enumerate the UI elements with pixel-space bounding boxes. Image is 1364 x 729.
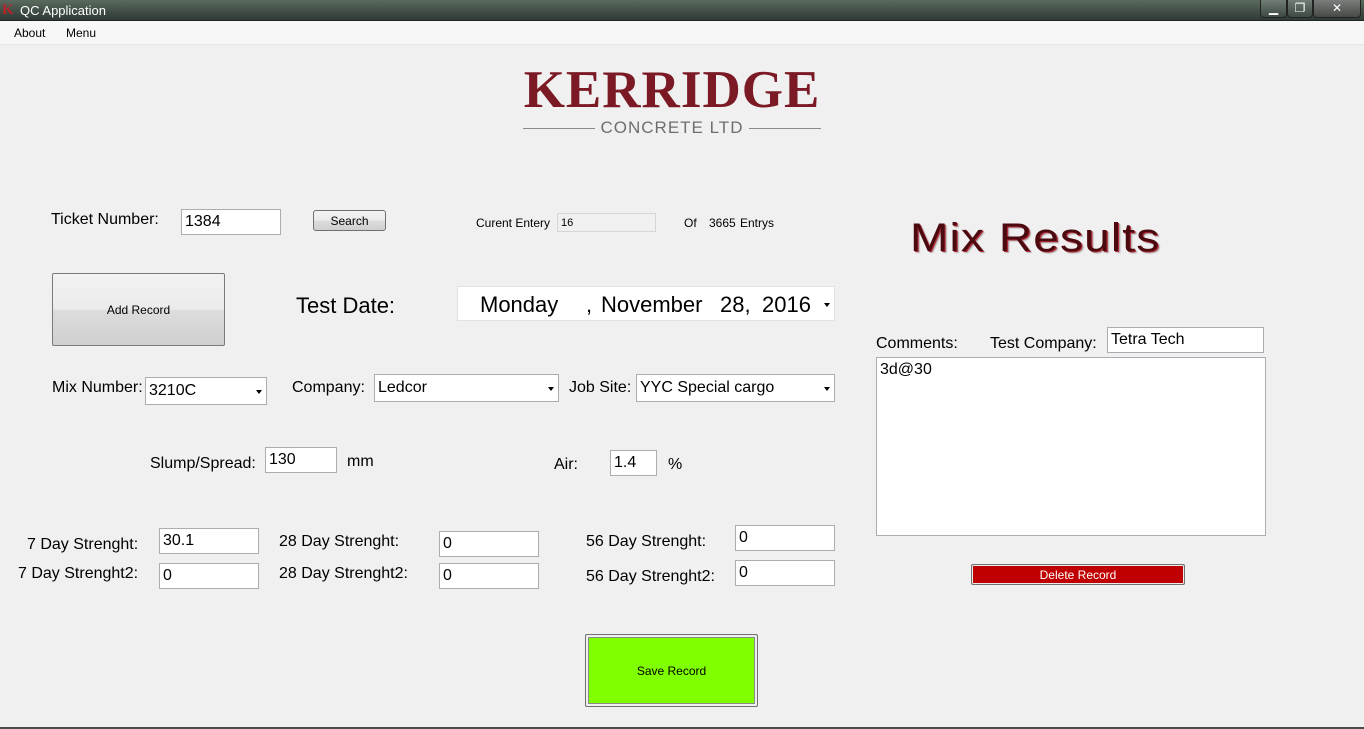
mix-results-heading: Mix Results [910, 216, 1161, 260]
strength-56-label: 56 Day Strenght: [586, 533, 707, 550]
add-record-button[interactable]: Add Record [52, 273, 225, 346]
air-input[interactable]: 1.4 [610, 450, 657, 476]
slump-unit: mm [347, 453, 374, 470]
date-day: 28, [720, 292, 751, 317]
date-year: 2016 [762, 292, 811, 317]
logo-subtitle: CONCRETE LTD [600, 118, 744, 137]
company-label: Company: [292, 379, 365, 396]
app-icon: K [2, 2, 14, 18]
strength-7b-input[interactable]: 0 [159, 563, 259, 589]
strength-56-input[interactable]: 0 [735, 525, 835, 551]
comments-textarea[interactable]: 3d@30 [876, 357, 1266, 536]
ticket-number-label: Ticket Number: [51, 211, 159, 228]
strength-7-input[interactable]: 30.1 [159, 528, 259, 554]
logo-rule-right [749, 128, 821, 129]
mix-number-label: Mix Number: [52, 379, 143, 396]
date-weekday: Monday [480, 292, 559, 317]
job-site-value: YYC Special cargo [640, 379, 775, 396]
strength-56b-input[interactable]: 0 [735, 560, 835, 586]
strength-56b-label: 56 Day Strenght2: [586, 568, 715, 585]
menu-about[interactable]: About [14, 26, 45, 40]
close-icon: ✕ [1331, 1, 1343, 15]
mix-number-select[interactable]: 3210C [145, 377, 267, 405]
air-label: Air: [554, 456, 578, 473]
total-entries: 3665 [709, 216, 736, 230]
menu-bar: About Menu [0, 21, 1364, 45]
test-company-input[interactable]: Tetra Tech [1107, 327, 1264, 353]
delete-record-button[interactable]: Delete Record [971, 564, 1185, 585]
of-label: Of [684, 216, 697, 230]
strength-28b-input[interactable]: 0 [439, 563, 539, 589]
current-entry-field: 16 [557, 213, 656, 232]
slump-label: Slump/Spread: [150, 455, 256, 472]
strength-28-label: 28 Day Strenght: [279, 533, 400, 550]
strength-28-input[interactable]: 0 [439, 531, 539, 557]
comments-label: Comments: [876, 335, 958, 352]
chevron-down-icon [824, 387, 830, 391]
ticket-number-input[interactable]: 1384 [181, 209, 281, 235]
test-date-picker[interactable]: Monday , November 28, 2016 [457, 286, 835, 321]
date-month: November [601, 292, 703, 317]
current-entry-label: Curent Entery [476, 216, 551, 230]
strength-7-label: 7 Day Strenght: [27, 536, 139, 553]
date-separator: , [586, 292, 593, 317]
slump-input[interactable]: 130 [265, 447, 337, 473]
air-unit: % [668, 456, 683, 473]
job-site-select[interactable]: YYC Special cargo [636, 374, 835, 402]
minimize-button[interactable]: ▁ [1260, 0, 1287, 18]
save-record-button[interactable]: Save Record [585, 634, 758, 707]
menu-menu[interactable]: Menu [66, 26, 96, 40]
strength-7b-label: 7 Day Strenght2: [18, 565, 139, 582]
company-logo: KERRIDGE [523, 61, 821, 119]
close-button[interactable]: ✕ [1313, 0, 1361, 18]
strength-28b-label: 28 Day Strenght2: [279, 565, 408, 582]
window-title: QC Application [20, 3, 106, 18]
search-button[interactable]: Search [313, 210, 386, 231]
company-value: Ledcor [378, 379, 427, 396]
test-company-label: Test Company: [990, 335, 1097, 352]
restore-button[interactable]: ❐ [1287, 0, 1313, 18]
logo-rule-left [523, 128, 595, 129]
chevron-down-icon [824, 303, 830, 307]
entries-label: Entrys [740, 216, 775, 230]
restore-icon: ❐ [1294, 1, 1306, 15]
minimize-icon: ▁ [1268, 1, 1279, 15]
mix-number-value: 3210C [149, 382, 197, 399]
chevron-down-icon [548, 387, 554, 391]
chevron-down-icon [256, 390, 262, 394]
company-select[interactable]: Ledcor [374, 374, 559, 402]
title-bar: K QC Application ▁ ❐ ✕ [0, 0, 1364, 21]
test-date-label: Test Date: [296, 293, 396, 318]
job-site-label: Job Site: [569, 379, 632, 396]
